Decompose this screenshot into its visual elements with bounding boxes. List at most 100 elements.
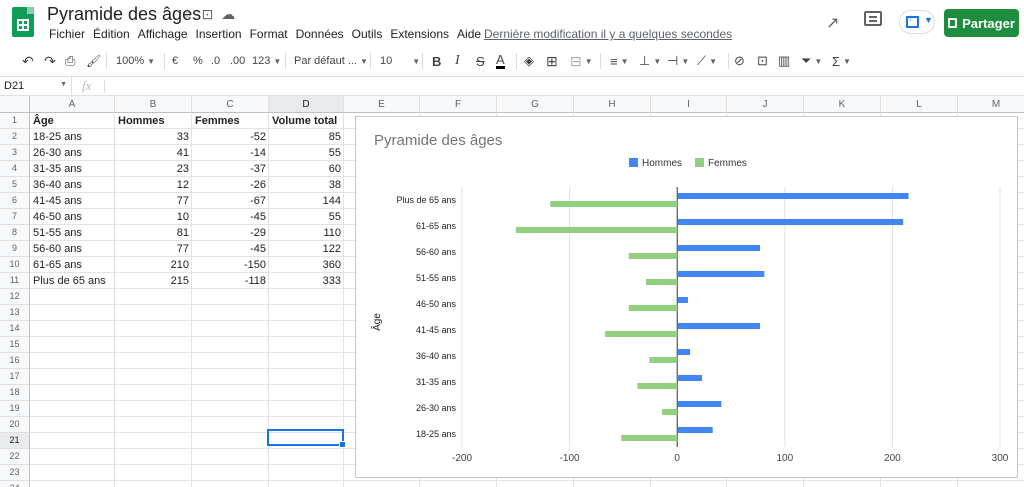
folder-move-icon[interactable]: ⊡ <box>202 6 214 23</box>
column-header-d[interactable]: D <box>269 96 344 113</box>
cell[interactable]: 60 <box>269 161 344 177</box>
row-header-5[interactable]: 5 <box>0 177 30 193</box>
cell[interactable]: 55 <box>269 209 344 225</box>
cell[interactable]: -52 <box>192 129 269 145</box>
row-header-12[interactable]: 12 <box>0 289 30 305</box>
column-header-f[interactable]: F <box>420 96 497 113</box>
trending-icon[interactable]: ↗ <box>826 13 839 33</box>
vertical-align-icon[interactable]: ⊥ ▼ <box>639 48 661 74</box>
row-header-13[interactable]: 13 <box>0 305 30 321</box>
cell-header[interactable]: Femmes <box>192 113 269 129</box>
menu-extensions[interactable]: Extensions <box>387 27 454 41</box>
cell[interactable]: 41 <box>115 145 192 161</box>
strikethrough-button[interactable]: S <box>476 48 485 74</box>
row-header-11[interactable]: 11 <box>0 273 30 289</box>
menu-affichage[interactable]: Affichage <box>135 27 193 41</box>
cell[interactable]: 12 <box>115 177 192 193</box>
row-header-15[interactable]: 15 <box>0 337 30 353</box>
row-header-6[interactable]: 6 <box>0 193 30 209</box>
cell-header[interactable]: Volume total <box>269 113 344 129</box>
row-header-7[interactable]: 7 <box>0 209 30 225</box>
cell[interactable]: 56-60 ans <box>30 241 115 257</box>
cell[interactable]: 38 <box>269 177 344 193</box>
cell[interactable]: 85 <box>269 129 344 145</box>
column-header-l[interactable]: L <box>881 96 958 113</box>
fill-color-icon[interactable]: ◈ <box>524 48 534 74</box>
cell[interactable]: 360 <box>269 257 344 273</box>
column-header-b[interactable]: B <box>115 96 192 113</box>
cell[interactable]: Plus de 65 ans <box>30 273 115 289</box>
column-header-k[interactable]: K <box>804 96 881 113</box>
menu-format[interactable]: Format <box>247 27 293 41</box>
print-icon[interactable]: ⎙ <box>65 48 75 74</box>
column-header-h[interactable]: H <box>574 96 651 113</box>
paint-format-icon[interactable]: 🖌 <box>86 48 101 74</box>
row-header-17[interactable]: 17 <box>0 369 30 385</box>
cell[interactable]: -37 <box>192 161 269 177</box>
cell[interactable]: 33 <box>115 129 192 145</box>
row-header-1[interactable]: 1 <box>0 113 30 129</box>
currency-button[interactable]: € <box>172 48 178 74</box>
row-header-10[interactable]: 10 <box>0 257 30 273</box>
row-header-21[interactable]: 21 <box>0 433 30 449</box>
bold-button[interactable]: B <box>432 48 441 74</box>
column-header-e[interactable]: E <box>344 96 420 113</box>
menu-edition[interactable]: Édition <box>90 27 135 41</box>
row-header-19[interactable]: 19 <box>0 401 30 417</box>
column-header-i[interactable]: I <box>651 96 727 113</box>
cell[interactable]: -45 <box>192 241 269 257</box>
cell[interactable]: -14 <box>192 145 269 161</box>
cell-header[interactable]: Âge <box>30 113 115 129</box>
italic-button[interactable]: I <box>455 48 460 74</box>
sheets-logo-icon[interactable] <box>12 7 34 37</box>
text-rotation-icon[interactable]: ⟋ ▼ <box>697 48 717 74</box>
cell[interactable]: -45 <box>192 209 269 225</box>
cell[interactable]: -118 <box>192 273 269 289</box>
cell[interactable]: 77 <box>115 241 192 257</box>
comment-icon[interactable] <box>864 11 882 26</box>
column-header-g[interactable]: G <box>497 96 574 113</box>
column-header-c[interactable]: C <box>192 96 269 113</box>
cell[interactable]: 333 <box>269 273 344 289</box>
menu-fichier[interactable]: Fichier <box>46 27 90 41</box>
zoom-select[interactable]: 100% ▼ <box>116 48 155 74</box>
cell[interactable]: 61-65 ans <box>30 257 115 273</box>
insert-comment-icon[interactable]: ⊡ <box>757 48 768 74</box>
row-header-20[interactable]: 20 <box>0 417 30 433</box>
menu-aide[interactable]: Aide <box>454 27 486 41</box>
merge-cells-icon[interactable]: ⊟ ▼ <box>570 48 593 74</box>
name-box[interactable]: D21 ▼ <box>0 77 72 95</box>
column-header-j[interactable]: J <box>727 96 804 113</box>
formula-input[interactable] <box>110 80 1010 94</box>
cell[interactable]: -26 <box>192 177 269 193</box>
more-formats-button[interactable]: 123 ▼ <box>252 48 281 74</box>
menu-outils[interactable]: Outils <box>349 27 388 41</box>
align-left-icon[interactable]: ≡ ▼ <box>610 48 629 74</box>
insert-chart-icon[interactable]: ▥ <box>778 48 790 74</box>
menu-insertion[interactable]: Insertion <box>193 27 247 41</box>
cell[interactable]: 36-40 ans <box>30 177 115 193</box>
chart[interactable]: Pyramide des âges Hommes Femmes -200 -100 0 10… <box>355 116 1018 478</box>
functions-icon[interactable]: Σ ▼ <box>832 48 851 74</box>
increase-decimal-button[interactable]: .00 <box>230 48 245 74</box>
cell[interactable]: 55 <box>269 145 344 161</box>
grid-corner[interactable] <box>0 96 30 113</box>
cell[interactable]: 215 <box>115 273 192 289</box>
cell[interactable]: 81 <box>115 225 192 241</box>
redo-icon[interactable]: ↷ <box>44 48 56 74</box>
cell[interactable]: -29 <box>192 225 269 241</box>
row-header-16[interactable]: 16 <box>0 353 30 369</box>
text-color-button[interactable]: A <box>496 48 505 74</box>
link-icon[interactable]: ⊘ <box>734 48 745 74</box>
column-header-m[interactable]: M <box>958 96 1024 113</box>
row-header-18[interactable]: 18 <box>0 385 30 401</box>
cell[interactable]: 26-30 ans <box>30 145 115 161</box>
share-button[interactable]: Partager <box>944 9 1019 37</box>
cell[interactable]: 46-50 ans <box>30 209 115 225</box>
cell[interactable]: 144 <box>269 193 344 209</box>
cell-header[interactable]: Hommes <box>115 113 192 129</box>
row-header-3[interactable]: 3 <box>0 145 30 161</box>
font-size-select[interactable]: 10 ▼ <box>380 48 420 74</box>
row-header-24[interactable]: 24 <box>0 481 30 487</box>
document-title[interactable]: Pyramide des âges <box>47 4 201 25</box>
